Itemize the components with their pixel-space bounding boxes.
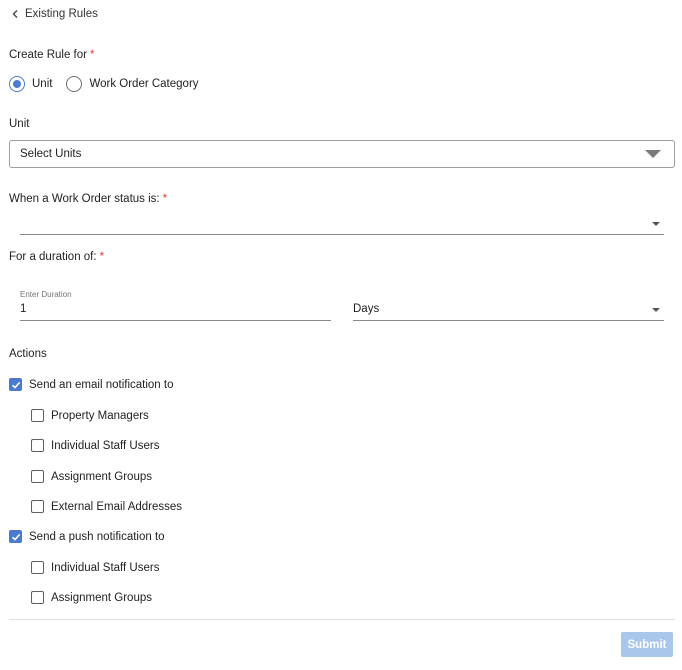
push-assignment-groups-option[interactable]: Assignment Groups <box>31 591 152 604</box>
rule-type-radio-group: Unit Work Order Category <box>9 76 213 92</box>
dropdown-arrow-icon <box>645 150 661 158</box>
create-rule-label: Create Rule for * <box>9 49 95 61</box>
radio-work-order-category[interactable] <box>66 76 83 92</box>
push-individual-staff-label: Individual Staff Users <box>51 561 160 574</box>
push-notification-label: Send a push notification to <box>29 530 165 543</box>
radio-unit[interactable] <box>9 76 25 92</box>
push-individual-staff-option[interactable]: Individual Staff Users <box>31 561 159 574</box>
unit-select-value: Select Units <box>20 148 82 160</box>
push-individual-staff-checkbox[interactable] <box>31 561 44 574</box>
email-assignment-groups-label: Assignment Groups <box>51 470 152 483</box>
required-mark: * <box>162 193 168 205</box>
email-individual-staff-label: Individual Staff Users <box>51 439 160 452</box>
email-assignment-groups-checkbox[interactable] <box>31 470 44 483</box>
unit-select[interactable]: Select Units <box>9 140 675 168</box>
email-external-addresses-option[interactable]: External Email Addresses <box>31 500 182 513</box>
email-property-managers-checkbox[interactable] <box>31 409 44 422</box>
email-property-managers-option[interactable]: Property Managers <box>31 409 149 422</box>
duration-input[interactable]: Enter Duration 1 <box>20 288 331 321</box>
email-property-managers-label: Property Managers <box>51 409 149 422</box>
status-label: When a Work Order status is: * <box>9 193 168 205</box>
required-mark: * <box>89 49 95 61</box>
duration-input-label: Enter Duration <box>20 290 72 299</box>
dropdown-arrow-icon <box>652 308 660 312</box>
email-external-addresses-label: External Email Addresses <box>51 500 183 513</box>
radio-work-order-category-label[interactable]: Work Order Category <box>89 78 198 90</box>
checkmark-icon <box>11 533 20 541</box>
actions-label: Actions <box>9 348 47 360</box>
email-notification-option[interactable]: Send an email notification to <box>9 378 173 391</box>
duration-unit-select[interactable]: Days <box>353 299 664 321</box>
push-notification-option[interactable]: Send a push notification to <box>9 530 165 543</box>
email-external-addresses-checkbox[interactable] <box>31 500 44 513</box>
required-mark: * <box>99 251 105 263</box>
duration-input-value: 1 <box>20 303 27 315</box>
footer-divider <box>9 619 675 620</box>
email-individual-staff-checkbox[interactable] <box>31 439 44 452</box>
push-notification-checkbox[interactable] <box>9 530 22 543</box>
dropdown-arrow-icon <box>652 222 660 226</box>
back-link-label: Existing Rules <box>25 8 98 20</box>
duration-unit-value: Days <box>353 303 380 315</box>
push-assignment-groups-label: Assignment Groups <box>51 591 152 604</box>
chevron-left-icon <box>12 10 18 18</box>
back-link[interactable]: Existing Rules <box>9 7 98 21</box>
submit-button[interactable]: Submit <box>621 632 673 657</box>
push-assignment-groups-checkbox[interactable] <box>31 591 44 604</box>
email-assignment-groups-option[interactable]: Assignment Groups <box>31 470 152 483</box>
email-notification-label: Send an email notification to <box>29 378 174 391</box>
checkmark-icon <box>11 381 20 389</box>
unit-label: Unit <box>9 118 30 130</box>
email-individual-staff-option[interactable]: Individual Staff Users <box>31 439 159 452</box>
status-select[interactable] <box>20 213 664 235</box>
email-notification-checkbox[interactable] <box>9 378 22 391</box>
radio-unit-label[interactable]: Unit <box>32 78 52 90</box>
duration-label: For a duration of: * <box>9 251 105 263</box>
